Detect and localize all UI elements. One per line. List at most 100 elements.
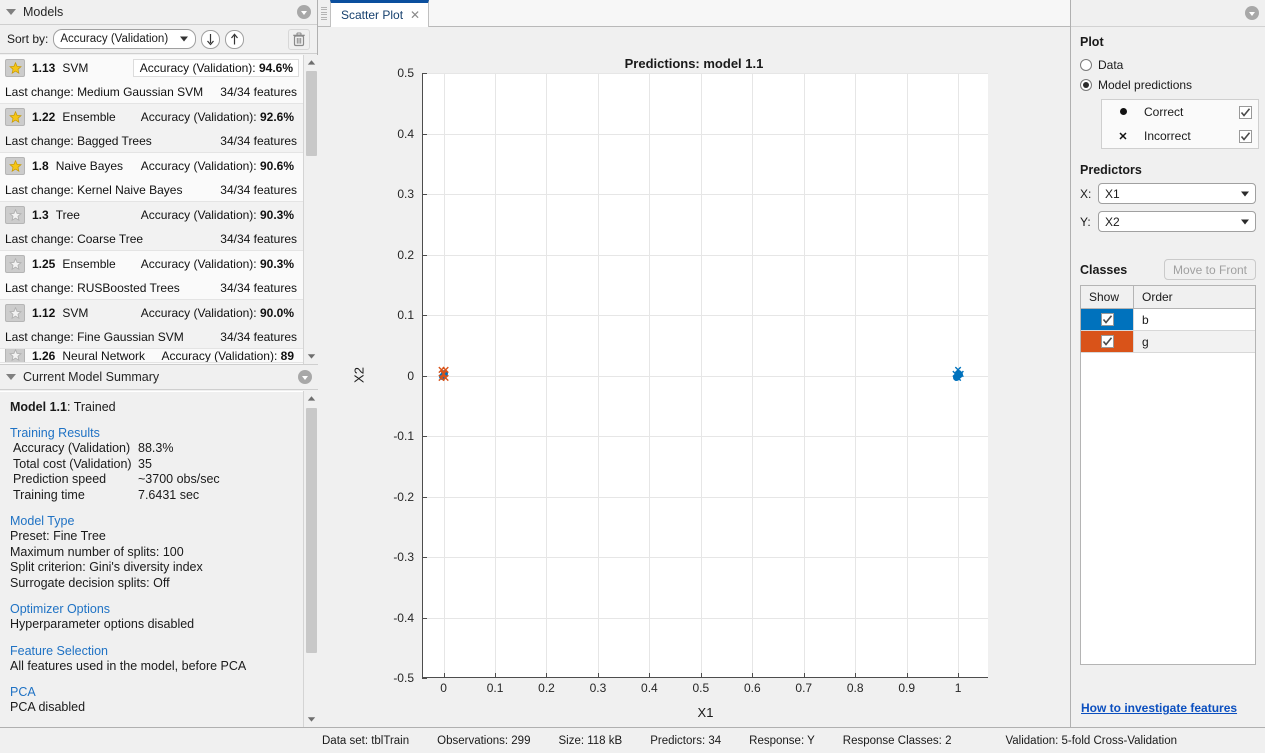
model-list-item[interactable]: 1.12SVMAccuracy (Validation): 90.0%Last … <box>0 300 303 349</box>
status-bar-item: Data set: tblTrain <box>322 735 409 747</box>
scroll-down-button[interactable] <box>304 349 318 364</box>
sort-by-select[interactable]: Accuracy (Validation) <box>53 29 196 49</box>
predictor-x-select[interactable]: X1 <box>1098 183 1256 204</box>
delete-model-button[interactable] <box>288 29 310 50</box>
summary-scroll-thumb[interactable] <box>306 408 317 653</box>
models-list-rows: 1.13SVMAccuracy (Validation): 94.6%Last … <box>0 55 303 363</box>
circle-dropdown-icon[interactable] <box>297 5 311 19</box>
drag-grip-icon[interactable] <box>320 5 328 22</box>
summary-text-line: PCA disabled <box>10 700 308 716</box>
model-item-footer: Last change: Coarse Tree34/34 features <box>0 228 303 250</box>
model-last-change-label: Last change: <box>5 134 74 148</box>
model-status-line: Model 1.1: Trained <box>10 400 308 414</box>
summary-text-line: Hyperparameter options disabled <box>10 617 308 633</box>
arrow-down-icon <box>206 33 215 46</box>
predictor-y-select[interactable]: X2 <box>1098 211 1256 232</box>
star-outline-icon <box>9 209 22 222</box>
model-accuracy-value: 90.6% <box>260 159 294 173</box>
plot-option-data-label: Data <box>1098 58 1123 72</box>
summary-panel-header: Current Model Summary <box>0 365 318 390</box>
scroll-up-button[interactable] <box>304 391 319 406</box>
summary-metric-value: ~3700 obs/sec <box>138 472 220 488</box>
model-accuracy: Accuracy (Validation): 92.6% <box>135 109 299 125</box>
classes-table-header: Show Order <box>1081 286 1255 309</box>
optimizer-options-heading: Optimizer Options <box>10 602 308 616</box>
circle-dropdown-icon[interactable] <box>298 370 312 384</box>
tab-scatter-plot[interactable]: Scatter Plot ✕ <box>330 0 429 27</box>
y-tick-label: 0.5 <box>397 66 414 80</box>
star-outline-icon <box>9 258 22 271</box>
circle-dropdown-icon[interactable] <box>1245 6 1259 20</box>
y-gridline <box>423 618 988 619</box>
favorite-star-button[interactable] <box>5 304 25 322</box>
model-number: 1.25 <box>32 257 55 271</box>
class-show-checkbox[interactable] <box>1101 335 1114 348</box>
triangle-down-icon[interactable] <box>6 374 16 380</box>
scroll-up-button[interactable] <box>304 55 318 70</box>
predictor-x-value: X1 <box>1105 187 1120 201</box>
classes-table-row[interactable]: b <box>1081 309 1255 331</box>
feature-selection-lines: All features used in the model, before P… <box>10 659 308 675</box>
model-list-item[interactable]: 1.26Neural NetworkAccuracy (Validation):… <box>0 349 303 363</box>
incorrect-checkbox[interactable] <box>1239 130 1252 143</box>
scroll-down-button[interactable] <box>304 712 319 727</box>
model-features: 34/34 features <box>220 134 297 148</box>
star-outline-icon <box>9 307 22 320</box>
predictor-x-key: X: <box>1080 187 1092 201</box>
chevron-up-icon <box>307 395 316 402</box>
predictor-x-row: X: X1 <box>1080 183 1256 204</box>
incorrect-marker-icon: ✕ <box>437 367 445 377</box>
prediction-markers-box: Correct ✕ Incorrect <box>1101 99 1259 149</box>
x-tick <box>649 673 650 678</box>
x-tick-label: 0.5 <box>693 681 710 695</box>
move-to-front-button[interactable]: Move to Front <box>1164 259 1256 280</box>
class-show-checkbox[interactable] <box>1101 313 1114 326</box>
model-list-item[interactable]: 1.25EnsembleAccuracy (Validation): 90.3%… <box>0 251 303 300</box>
model-list-item[interactable]: 1.3TreeAccuracy (Validation): 90.3%Last … <box>0 202 303 251</box>
model-number: 1.12 <box>32 306 55 320</box>
model-type-lines: Preset: Fine TreeMaximum number of split… <box>10 529 308 591</box>
radio-data-icon <box>1080 59 1092 71</box>
model-type: Naive Bayes <box>56 159 123 173</box>
model-number: 1.8 <box>32 159 49 173</box>
model-list-item[interactable]: 1.22EnsembleAccuracy (Validation): 92.6%… <box>0 104 303 153</box>
how-to-investigate-features-link[interactable]: How to investigate features <box>1081 701 1237 715</box>
model-accuracy: Accuracy (Validation): 94.6% <box>133 59 299 77</box>
favorite-star-button[interactable] <box>5 157 25 175</box>
y-tick-label: -0.3 <box>393 550 414 564</box>
favorite-star-button[interactable] <box>5 206 25 224</box>
model-list-item[interactable]: 1.13SVMAccuracy (Validation): 94.6%Last … <box>0 55 303 104</box>
plot-section-heading: Plot <box>1080 35 1256 49</box>
model-list-item[interactable]: 1.8 Naive Bayes Accuracy (Validation): 90.… <box>0 153 303 202</box>
plot-option-data[interactable]: Data <box>1080 55 1256 75</box>
model-item-header: 1.22EnsembleAccuracy (Validation): 92.6% <box>0 104 303 130</box>
y-tick <box>422 376 427 377</box>
models-list[interactable]: 1.13SVMAccuracy (Validation): 94.6%Last … <box>0 55 318 365</box>
model-accuracy-label: Accuracy (Validation): <box>141 159 257 173</box>
prediction-row-correct[interactable]: Correct <box>1102 100 1258 124</box>
sort-descending-button[interactable] <box>201 30 220 49</box>
x-tick-label: 0 <box>440 681 447 695</box>
y-gridline <box>423 73 988 74</box>
prediction-row-incorrect[interactable]: ✕ Incorrect <box>1102 124 1258 148</box>
sort-ascending-button[interactable] <box>225 30 244 49</box>
classes-table-row[interactable]: g <box>1081 331 1255 353</box>
favorite-star-button[interactable] <box>5 59 25 77</box>
favorite-star-button[interactable] <box>5 255 25 273</box>
correct-checkbox[interactable] <box>1239 106 1252 119</box>
models-list-scrollbar[interactable] <box>303 55 318 364</box>
triangle-down-icon[interactable] <box>6 9 16 15</box>
models-list-scroll-thumb[interactable] <box>306 71 317 156</box>
plot-option-model-predictions[interactable]: Model predictions <box>1080 75 1256 95</box>
model-type: Ensemble <box>62 110 115 124</box>
chart-axes[interactable]: X1 X2 00.10.20.30.40.50.60.70.80.91-0.5-… <box>422 73 988 678</box>
summary-scrollbar[interactable] <box>303 391 318 727</box>
summary-metric-row: Total cost (Validation)35 <box>10 457 308 473</box>
favorite-star-button[interactable] <box>5 349 25 362</box>
incorrect-marker-icon: ✕ <box>956 371 964 381</box>
summary-text-line: Maximum number of splits: 100 <box>10 545 308 561</box>
close-icon[interactable]: ✕ <box>410 9 420 21</box>
favorite-star-button[interactable] <box>5 108 25 126</box>
summary-panel-title: Current Model Summary <box>23 370 159 384</box>
model-type-heading: Model Type <box>10 514 308 528</box>
